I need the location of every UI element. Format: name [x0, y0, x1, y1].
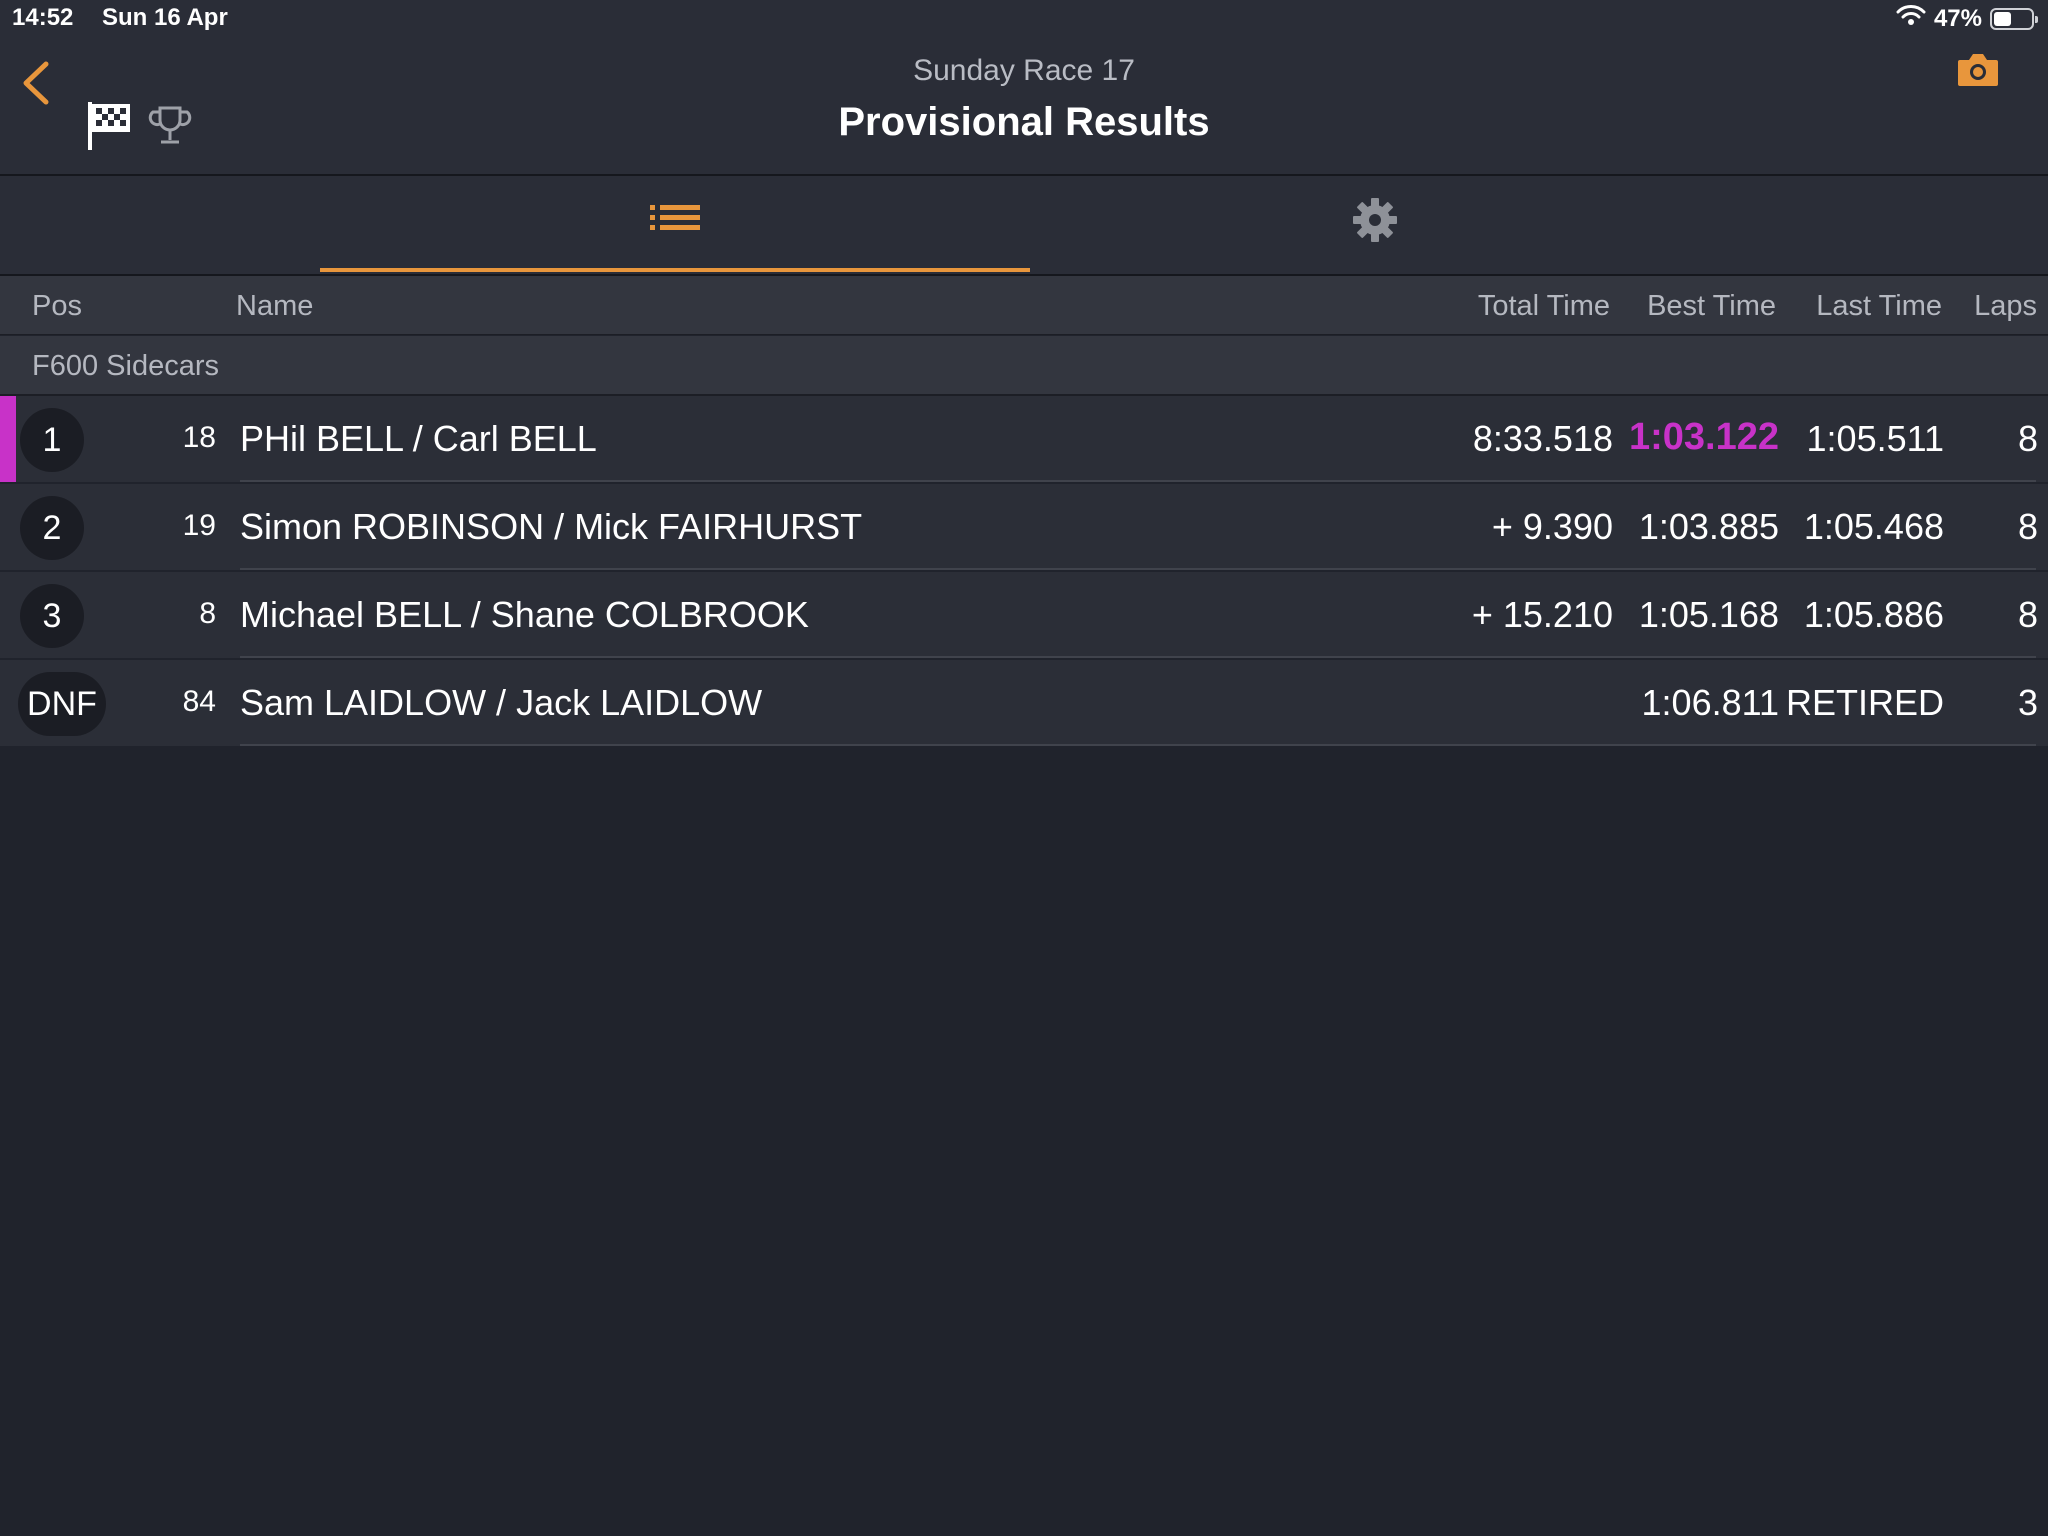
battery-level: [1994, 11, 2011, 26]
col-last-time[interactable]: Last Time: [1816, 290, 1942, 323]
laps: 3: [2017, 682, 2038, 723]
rider-names: PHil BELL / Carl BELL: [240, 418, 597, 459]
tab-results-list[interactable]: [320, 176, 1030, 268]
row-divider: [240, 480, 2036, 482]
page-title: Provisional Results: [838, 100, 1210, 144]
header-bar: [0, 0, 2048, 176]
race-number: 18: [182, 421, 216, 454]
col-laps[interactable]: Laps: [1974, 290, 2037, 323]
rider-names: Michael BELL / Shane COLBROOK: [240, 594, 809, 635]
list-icon: [650, 203, 700, 242]
table-row[interactable]: DNF 84 Sam LAIDLOW / Jack LAIDLOW 1:06.8…: [0, 660, 2048, 746]
row-divider: [240, 568, 2036, 570]
fastest-lap-marker: [0, 396, 16, 482]
column-header-row: Pos Name Total Time Best Time Last Time …: [0, 276, 2048, 335]
best-time: 1:03.885: [1638, 506, 1779, 547]
laps: 8: [2017, 506, 2038, 547]
class-name: F600 Sidecars: [32, 350, 219, 382]
col-best-time[interactable]: Best Time: [1647, 290, 1776, 323]
best-time: 1:05.168: [1638, 594, 1779, 635]
race-number: 19: [182, 509, 216, 542]
last-time: RETIRED: [1785, 682, 1944, 723]
table-row[interactable]: 2 19 Simon ROBINSON / Mick FAIRHURST + 9…: [0, 484, 2048, 570]
laps: 8: [2017, 418, 2038, 459]
col-total-time[interactable]: Total Time: [1478, 290, 1610, 323]
best-time: 1:03.122: [1628, 416, 1779, 458]
last-time: 1:05.886: [1803, 594, 1944, 635]
active-tab-indicator: [320, 268, 1030, 272]
row-divider: [240, 744, 2036, 746]
camera-button[interactable]: [1956, 52, 2000, 93]
last-time: 1:05.468: [1803, 506, 1944, 547]
battery-percent: 47%: [1933, 4, 1982, 32]
table-row[interactable]: 1 18 PHil BELL / Carl BELL 8:33.518 1:03…: [0, 396, 2048, 482]
race-number: 8: [199, 597, 216, 630]
status-date: Sun 16 Apr: [102, 4, 228, 31]
row-divider: [240, 656, 2036, 658]
laps: 8: [2017, 594, 2038, 635]
race-subtitle: Sunday Race 17: [913, 54, 1135, 87]
col-name[interactable]: Name: [236, 290, 313, 323]
rider-names: Simon ROBINSON / Mick FAIRHURST: [240, 506, 863, 547]
position-badge: 3: [20, 584, 84, 648]
position-badge: DNF: [18, 672, 106, 736]
position-badge: 2: [20, 496, 84, 560]
wifi-icon: [1896, 4, 1926, 33]
position-badge: 1: [20, 408, 84, 472]
status-time: 14:52: [12, 4, 74, 31]
gear-icon: [1352, 197, 1398, 248]
tab-settings[interactable]: [1030, 176, 1720, 268]
last-time: 1:05.511: [1806, 418, 1944, 459]
rider-names: Sam LAIDLOW / Jack LAIDLOW: [240, 682, 763, 723]
battery-icon: [1990, 7, 2038, 30]
table-row[interactable]: 3 8 Michael BELL / Shane COLBROOK + 15.2…: [0, 572, 2048, 658]
class-group-header: F600 Sidecars: [0, 336, 2048, 396]
total-time: + 9.390: [1491, 506, 1613, 547]
total-time: 8:33.518: [1472, 418, 1613, 459]
total-time: + 15.210: [1471, 594, 1613, 635]
col-pos[interactable]: Pos: [32, 290, 82, 323]
best-time: 1:06.811: [1641, 682, 1779, 723]
race-number: 84: [182, 685, 216, 718]
status-right: 47%: [1896, 4, 2038, 33]
camera-icon: [1956, 54, 2000, 92]
